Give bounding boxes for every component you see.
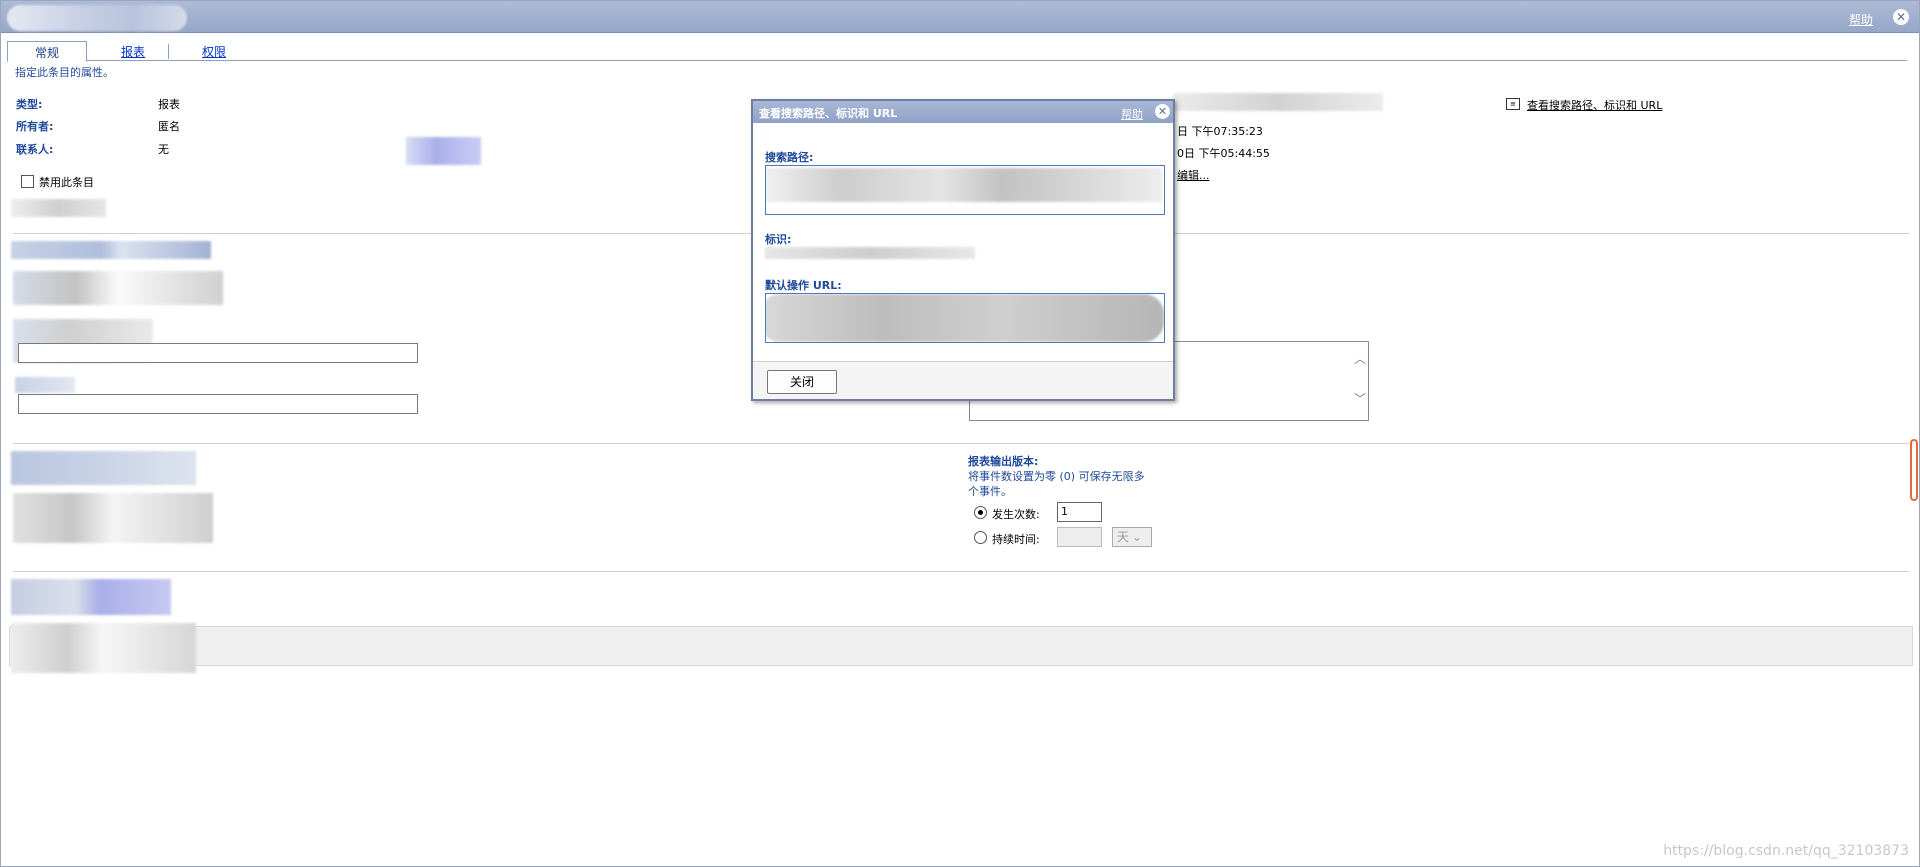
blurred-search-path <box>766 168 1162 202</box>
button-bar <box>9 626 1913 666</box>
id-label: 标识: <box>765 233 792 246</box>
divider <box>13 443 1909 444</box>
blurred-heading <box>11 579 171 615</box>
name-input[interactable] <box>18 343 418 363</box>
properties-page: 帮助 ✕ 常规 报表 权限 指定此条目的属性。 类型: 报表 所有者: 匿名 联… <box>0 0 1920 867</box>
blurred-text <box>1173 93 1383 111</box>
contact-label: 联系人: <box>16 143 54 156</box>
disable-entry-label: 禁用此条目 <box>39 176 94 189</box>
view-search-path-link[interactable]: 查看搜索路径、标识和 URL <box>1527 97 1662 113</box>
properties-icon: ≡ <box>1506 98 1520 110</box>
dialog-close-button[interactable]: 关闭 <box>767 370 837 394</box>
duration-radio[interactable] <box>974 531 987 544</box>
scroll-down-icon[interactable]: ﹀ <box>1354 390 1366 407</box>
owner-label: 所有者: <box>16 120 54 133</box>
edit-link[interactable]: 编辑... <box>1177 167 1210 183</box>
search-path-dialog: 查看搜索路径、标识和 URL 帮助 ✕ 搜索路径: 标识: 默认操作 URL: … <box>751 99 1175 401</box>
default-url-label: 默认操作 URL: <box>765 279 842 292</box>
type-label: 类型: <box>16 98 43 111</box>
disable-entry-checkbox[interactable] <box>21 175 34 188</box>
title-bar: 帮助 ✕ <box>1 1 1919 33</box>
tab-separator <box>168 44 169 59</box>
blurred-heading <box>11 451 196 485</box>
close-icon[interactable]: ✕ <box>1893 9 1909 25</box>
dialog-title: 查看搜索路径、标识和 URL <box>753 101 1173 123</box>
contact-value: 无 <box>158 143 169 156</box>
tab-permissions[interactable]: 权限 <box>174 41 254 61</box>
blurred-contact-link <box>406 137 481 165</box>
owner-value: 匿名 <box>158 120 180 133</box>
dialog-close-icon[interactable]: ✕ <box>1155 104 1170 119</box>
occurrences-label: 发生次数: <box>992 508 1040 521</box>
dialog-footer: 关闭 <box>753 361 1173 399</box>
tab-general[interactable]: 常规 <box>7 41 87 62</box>
help-link[interactable]: 帮助 <box>1849 11 1873 28</box>
output-versions-label: 报表输出版本: <box>968 455 1039 468</box>
duration-unit-select[interactable]: 天 ⌄ <box>1112 527 1152 547</box>
duration-unit-value: 天 <box>1117 530 1130 544</box>
blurred-title <box>7 5 187 31</box>
duration-label: 持续时间: <box>992 533 1040 546</box>
modified-date: 0日 下午05:44:55 <box>1177 147 1270 160</box>
dialog-help-link[interactable]: 帮助 <box>1121 106 1143 122</box>
blurred-id <box>765 247 975 259</box>
duration-input[interactable] <box>1057 527 1102 547</box>
occurrences-input[interactable]: 1 <box>1057 502 1102 522</box>
tab-report[interactable]: 报表 <box>93 41 173 61</box>
blurred-url <box>766 294 1164 342</box>
created-date: 日 下午07:35:23 <box>1177 125 1263 138</box>
scrollbar-thumb[interactable] <box>1910 439 1918 501</box>
occurrences-radio[interactable] <box>974 506 987 519</box>
page-hint: 指定此条目的属性。 <box>15 66 114 79</box>
scroll-up-icon[interactable]: ︿ <box>1354 350 1366 367</box>
blurred-label <box>15 377 75 393</box>
blurred-text <box>13 493 213 543</box>
chevron-down-icon: ⌄ <box>1132 530 1143 544</box>
output-versions-desc: 将事件数设置为零 (0) 可保存无限多个事件。 <box>968 470 1145 498</box>
blurred-heading <box>11 241 211 259</box>
description-input[interactable] <box>18 394 418 414</box>
tab-bar: 常规 报表 权限 <box>7 41 1907 62</box>
default-url-field[interactable] <box>765 293 1165 343</box>
search-path-label: 搜索路径: <box>765 151 814 164</box>
divider <box>13 571 1909 572</box>
watermark: https://blog.csdn.net/qq_32103873 <box>1663 843 1909 859</box>
type-value: 报表 <box>158 98 180 111</box>
blurred-text <box>13 271 223 305</box>
blurred-buttons <box>11 623 196 673</box>
blurred-text <box>11 199 106 217</box>
search-path-field[interactable] <box>765 165 1165 215</box>
